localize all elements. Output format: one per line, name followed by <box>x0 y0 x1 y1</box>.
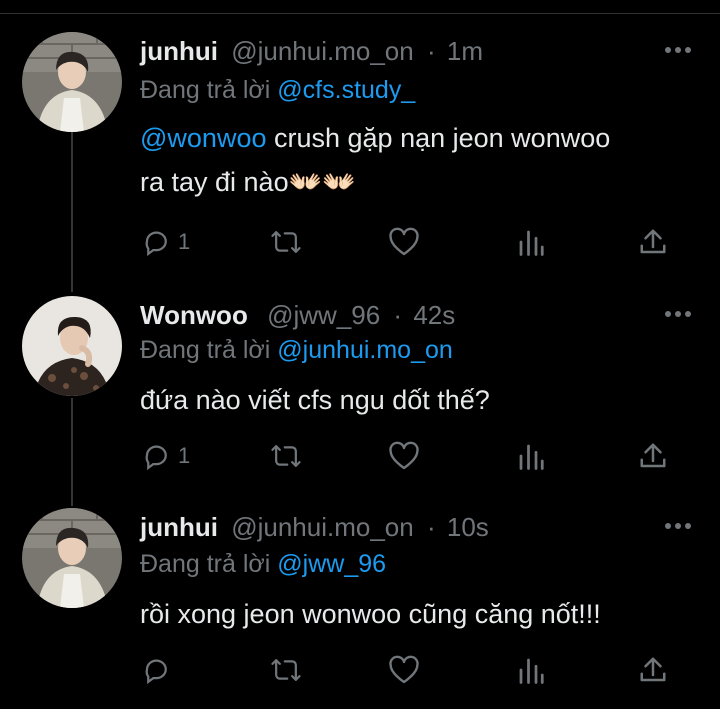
tweet-text: @wonwoo crush gặp nạn jeon wonwoo ra tay… <box>140 116 610 204</box>
analytics-icon <box>519 658 544 684</box>
separator-dot: · <box>426 512 436 542</box>
reply-count: 1 <box>178 229 191 254</box>
reply-mention[interactable]: @cfs.study_ <box>277 76 415 104</box>
display-name[interactable]: Wonwoo <box>140 300 248 330</box>
reply-button[interactable]: 1 <box>142 436 190 476</box>
like-button[interactable] <box>388 222 420 262</box>
user-handle[interactable]: @junhui.mo_on <box>231 36 414 66</box>
tweet-text: rồi xong jeon wonwoo cũng căng nốt!!! <box>140 592 601 636</box>
share-button[interactable] <box>638 222 668 262</box>
replying-to-label: Đang trả lời <box>140 336 271 364</box>
reply-button[interactable] <box>142 650 178 690</box>
retweet-icon <box>271 445 301 467</box>
share-button[interactable] <box>638 436 668 476</box>
more-options-icon[interactable] <box>664 521 692 531</box>
tweet-header: Wonwoo @jww_96 · 42s <box>140 300 455 331</box>
separator-dot: · <box>393 300 403 330</box>
avatar[interactable] <box>22 296 122 396</box>
timestamp[interactable]: 1m <box>447 36 483 66</box>
action-bar: 1 <box>140 436 680 476</box>
like-button[interactable] <box>388 650 420 690</box>
retweet-button[interactable] <box>270 650 302 690</box>
tweet-header: junhui @junhui.mo_on · 10s <box>140 512 489 543</box>
like-button[interactable] <box>388 436 420 476</box>
reply-button[interactable]: 1 <box>142 222 190 262</box>
tweet-text-line: đứa nào viết cfs ngu dốt thế? <box>140 385 490 415</box>
replying-to-label: Đang trả lời <box>140 76 271 104</box>
reply-icon <box>145 659 167 685</box>
action-bar: 1 <box>140 222 680 262</box>
analytics-icon <box>519 444 544 470</box>
reply-icon <box>145 231 167 257</box>
retweet-icon <box>271 231 301 253</box>
analytics-icon <box>519 230 544 256</box>
views-button[interactable] <box>517 650 545 690</box>
tweet-3[interactable]: junhui @junhui.mo_on · 10s Đang trả lời … <box>0 500 720 709</box>
tweet-text: đứa nào viết cfs ngu dốt thế? <box>140 378 490 422</box>
heart-icon <box>389 441 419 470</box>
user-handle[interactable]: @jww_96 <box>267 300 380 330</box>
tweet-2[interactable]: Wonwoo @jww_96 · 42s Đang trả lời @junhu… <box>0 290 720 500</box>
timestamp[interactable]: 42s <box>413 300 455 330</box>
reply-mention[interactable]: @junhui.mo_on <box>277 336 453 364</box>
retweet-button[interactable] <box>270 436 302 476</box>
user-handle[interactable]: @junhui.mo_on <box>231 512 414 542</box>
reply-count: 1 <box>178 443 191 468</box>
tweet-header: junhui @junhui.mo_on · 1m <box>140 36 483 67</box>
views-button[interactable] <box>517 436 545 476</box>
reply-mention[interactable]: @jww_96 <box>277 550 386 578</box>
display-name[interactable]: junhui <box>140 512 218 542</box>
more-options-icon[interactable] <box>664 309 692 319</box>
retweet-icon <box>271 659 301 681</box>
timestamp[interactable]: 10s <box>447 512 489 542</box>
heart-icon <box>389 655 419 684</box>
reply-icon <box>145 445 167 471</box>
replying-to: Đang trả lời @cfs.study_ <box>140 76 415 105</box>
more-options-icon[interactable] <box>664 45 692 55</box>
tweet-1[interactable]: junhui @junhui.mo_on · 1m Đang trả lời @… <box>0 0 720 290</box>
replying-to-label: Đang trả lời <box>140 550 271 578</box>
tweet-text-line: rồi xong jeon wonwoo cũng căng nốt!!! <box>140 599 601 629</box>
heart-icon <box>389 227 419 256</box>
share-icon <box>640 657 666 682</box>
tweet-text-line: crush gặp nạn jeon wonwoo <box>274 123 611 153</box>
mention-link[interactable]: @wonwoo <box>140 123 266 153</box>
retweet-button[interactable] <box>270 222 302 262</box>
action-bar <box>140 650 680 690</box>
separator-dot: · <box>426 36 436 66</box>
display-name[interactable]: junhui <box>140 36 218 66</box>
share-icon <box>640 443 666 468</box>
replying-to: Đang trả lời @jww_96 <box>140 550 386 579</box>
avatar[interactable] <box>22 508 122 608</box>
views-button[interactable] <box>517 222 545 262</box>
tweet-text-line: ra tay đi nào👐🏻👐🏻 <box>140 167 356 197</box>
share-button[interactable] <box>638 650 668 690</box>
avatar[interactable] <box>22 32 122 132</box>
share-icon <box>640 229 666 254</box>
replying-to: Đang trả lời @junhui.mo_on <box>140 336 453 365</box>
